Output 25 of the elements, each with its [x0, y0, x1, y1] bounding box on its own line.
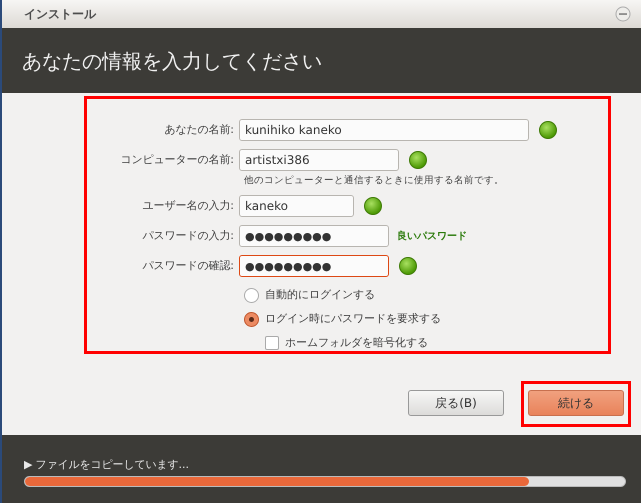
field-hint: 他のコンピューターと通信するときに使用する名前です。 [244, 174, 505, 188]
radio-label[interactable]: 自動的にログインする [265, 287, 375, 304]
field-label: あなたの名前: [163, 122, 235, 138]
minimize-icon[interactable] [615, 6, 631, 22]
page-heading: あなたの情報を入力してください [22, 48, 322, 74]
text-field[interactable]: kunihiko kaneko [239, 119, 529, 141]
window-title: インストール [24, 6, 96, 23]
field-label: パスワードの確認: [141, 258, 235, 274]
radio-label[interactable]: ログイン時にパスワードを要求する [265, 311, 441, 328]
checkbox-label[interactable]: ホームフォルダを暗号化する [285, 335, 428, 352]
field-label: ユーザー名の入力: [141, 198, 235, 214]
radio-button[interactable] [244, 288, 259, 303]
field-label: コンピューターの名前: [119, 152, 235, 168]
text-field[interactable]: kaneko [239, 195, 354, 218]
expander-toggle[interactable]: ▶ [24, 457, 32, 474]
checkbox[interactable] [265, 336, 279, 350]
back-button[interactable]: 戻る(B) [408, 390, 504, 416]
continue-button[interactable]: 続ける [528, 390, 624, 416]
password-field[interactable]: ●●●●●●●●● [239, 225, 389, 248]
text-field[interactable]: artistxi386 [239, 149, 399, 171]
progress-label: ファイルをコピーしています... [35, 457, 189, 473]
radio-button[interactable] [244, 312, 259, 327]
password-field[interactable]: ●●●●●●●●● [239, 255, 389, 278]
password-strength: 良いパスワード [397, 229, 467, 244]
field-label: パスワードの入力: [141, 228, 235, 244]
